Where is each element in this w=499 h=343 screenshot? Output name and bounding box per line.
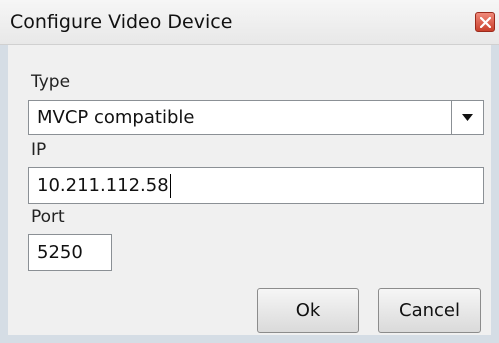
type-label: Type bbox=[31, 72, 71, 92]
port-input[interactable]: 5250 bbox=[28, 234, 112, 271]
chevron-down-icon bbox=[462, 114, 473, 121]
close-icon bbox=[480, 17, 491, 28]
ip-label: IP bbox=[31, 140, 47, 160]
close-button[interactable] bbox=[475, 12, 495, 32]
port-input-value: 5250 bbox=[37, 242, 83, 263]
port-label: Port bbox=[31, 207, 65, 227]
ok-button[interactable]: Ok bbox=[257, 288, 359, 333]
dialog-window: Configure Video Device Type MVCP compati… bbox=[0, 0, 499, 343]
title-bar[interactable]: Configure Video Device bbox=[0, 0, 499, 45]
type-select-value: MVCP compatible bbox=[37, 107, 195, 128]
ip-input-value: 10.211.112.58 bbox=[37, 175, 169, 196]
ip-input[interactable]: 10.211.112.58 bbox=[28, 167, 484, 204]
type-select-arrow[interactable] bbox=[451, 101, 483, 134]
type-select[interactable]: MVCP compatible bbox=[28, 100, 484, 135]
text-cursor bbox=[169, 173, 171, 198]
window-title: Configure Video Device bbox=[10, 11, 233, 33]
cancel-button[interactable]: Cancel bbox=[378, 288, 481, 333]
